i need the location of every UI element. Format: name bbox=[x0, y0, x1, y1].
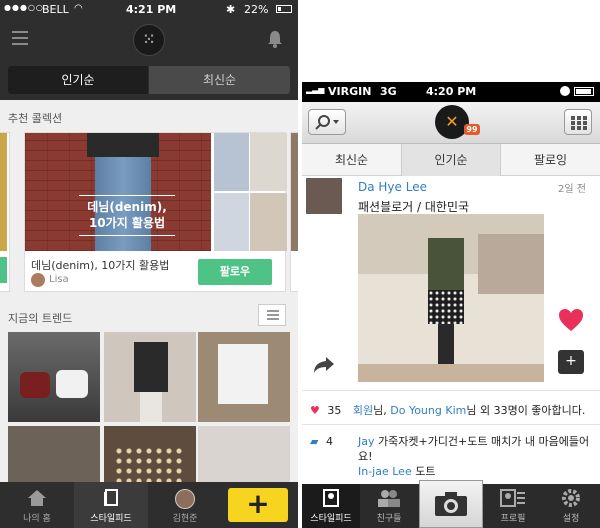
tab-style-feed[interactable]: 스타일피드 bbox=[302, 484, 360, 528]
battery-icon bbox=[574, 87, 594, 96]
likes-row: ♥ 35 회원님, Do Young Kim님 외 33명이 좋아합니다. bbox=[310, 402, 585, 418]
tab-settings[interactable]: 설정 bbox=[542, 484, 600, 528]
comment-text: 도트 bbox=[411, 465, 436, 478]
network-label: 3G bbox=[380, 85, 397, 98]
battery-icon bbox=[276, 5, 292, 13]
tab-my-home[interactable]: 나의 홈 bbox=[0, 482, 74, 528]
likes-mid-text: 님, bbox=[373, 404, 391, 417]
status-time: 4:21 PM bbox=[126, 3, 177, 16]
collection-card[interactable]: 데님(denim), 10가지 활용법 데님(denim), 10가지 활용법 … bbox=[24, 132, 287, 292]
next-card-peek[interactable] bbox=[290, 132, 298, 292]
comment-icon: ▰ bbox=[310, 435, 319, 448]
signal-icon: ●●●○○ bbox=[4, 3, 44, 12]
tab-style-feed[interactable]: 스타일피드 bbox=[74, 482, 148, 528]
collection-overlay-text: 데님(denim), 10가지 활용법 bbox=[87, 200, 167, 230]
wifi-icon: ◠ bbox=[74, 3, 83, 14]
sort-segmented-control: 인기순 최신순 bbox=[0, 60, 298, 100]
stylefeed-icon bbox=[323, 489, 339, 507]
left-phone-screen: ●●●○○ BELL ◠ 4:21 PM ✱ 22% ⁙ 인기순 최신순 추천 … bbox=[0, 0, 298, 528]
post-author[interactable]: Da Hye Lee bbox=[358, 180, 427, 194]
comment-user-link[interactable]: In-jae Lee bbox=[358, 465, 412, 478]
top-nav: ✕ 99 bbox=[302, 102, 600, 144]
avatar bbox=[31, 273, 45, 287]
prev-card-peek[interactable] bbox=[0, 132, 10, 292]
trend-photo[interactable] bbox=[104, 332, 196, 422]
avatar[interactable] bbox=[306, 178, 342, 214]
status-time: 4:20 PM bbox=[426, 85, 477, 98]
profile-card-icon bbox=[500, 489, 525, 507]
trend-photo[interactable] bbox=[8, 332, 100, 422]
likes-suffix-text: 님 외 33명이 좋아합니다. bbox=[466, 404, 586, 417]
likes-user-link[interactable]: 회원 bbox=[353, 404, 373, 417]
comment-user-link[interactable]: Jay bbox=[358, 435, 375, 448]
post-photo[interactable] bbox=[358, 214, 544, 382]
likes-count: 35 bbox=[327, 404, 342, 417]
signal-icon: ▂▃▅ bbox=[306, 85, 325, 94]
tab-latest[interactable]: 최신순 bbox=[149, 66, 290, 94]
tab-profile[interactable]: 김현준 bbox=[148, 482, 222, 528]
tab-popular[interactable]: 인기순 bbox=[401, 144, 501, 176]
collection-thumb bbox=[249, 133, 287, 191]
heart-icon[interactable] bbox=[558, 308, 584, 332]
add-post-button[interactable]: + bbox=[228, 488, 288, 522]
clock-icon bbox=[560, 86, 570, 96]
follow-button[interactable]: 팔로우 bbox=[198, 259, 272, 285]
logo-glyph: ⁙ bbox=[143, 32, 155, 48]
profile-avatar bbox=[175, 489, 195, 509]
trends-title: 지금의 트렌드 bbox=[8, 312, 73, 325]
collection-user[interactable]: Lisa bbox=[49, 274, 69, 285]
search-button[interactable] bbox=[308, 109, 346, 135]
camera-button[interactable] bbox=[419, 480, 483, 528]
trend-photo[interactable] bbox=[198, 332, 290, 422]
comment-text: 가죽자켓+가디건+도트 매치가 내 마음에들어요! bbox=[358, 435, 590, 463]
friends-icon bbox=[378, 490, 400, 507]
comment-text-block: Jay 가죽자켓+가디건+도트 매치가 내 마음에들어요! In-jae Lee … bbox=[358, 434, 594, 479]
heart-small-icon: ♥ bbox=[310, 404, 320, 417]
collection-title: 데님(denim), 10가지 활용법 bbox=[31, 259, 170, 272]
carrier-label: BELL bbox=[42, 3, 69, 16]
notification-badge[interactable]: 99 bbox=[464, 124, 480, 135]
hamburger-icon[interactable] bbox=[12, 31, 28, 47]
status-bar: ●●●○○ BELL ◠ 4:21 PM ✱ 22% bbox=[0, 0, 298, 20]
gear-icon bbox=[562, 489, 580, 507]
share-icon[interactable] bbox=[312, 354, 336, 374]
list-view-icon[interactable] bbox=[258, 304, 286, 326]
tab-latest[interactable]: 최신순 bbox=[302, 144, 401, 176]
tab-popular[interactable]: 인기순 bbox=[8, 66, 148, 94]
app-logo[interactable]: ⁙ bbox=[133, 24, 165, 56]
right-phone-screen: ▂▃▅ VIRGIN 3G 4:20 PM ✕ 99 최신순 인기순 팔로잉 D… bbox=[302, 82, 600, 528]
likes-user-link[interactable]: Do Young Kim bbox=[390, 404, 466, 417]
tab-friends[interactable]: 친구들 bbox=[360, 484, 418, 528]
tab-profile[interactable]: 프로필 bbox=[484, 484, 542, 528]
search-icon bbox=[315, 115, 339, 130]
battery-percent: 22% bbox=[244, 3, 269, 16]
camera-icon bbox=[435, 492, 467, 516]
home-icon bbox=[28, 490, 46, 506]
feed-icon bbox=[104, 489, 118, 506]
comments-count: 4 bbox=[325, 435, 333, 448]
collection-image: 데님(denim), 10가지 활용법 bbox=[25, 133, 211, 251]
divider bbox=[302, 390, 600, 391]
screenshot-stage: ●●●○○ BELL ◠ 4:21 PM ✱ 22% ⁙ 인기순 최신순 추천 … bbox=[0, 0, 600, 528]
carrier-label: VIRGIN bbox=[328, 85, 372, 98]
post-description: 패션블로거 / 대한민국 bbox=[358, 200, 470, 214]
collection-thumb bbox=[249, 193, 287, 251]
grid-icon[interactable] bbox=[564, 109, 592, 135]
bluetooth-icon: ✱ bbox=[226, 3, 236, 16]
recommended-title: 추천 콜렉션 bbox=[8, 112, 63, 125]
sort-tabs: 최신순 인기순 팔로잉 bbox=[302, 144, 600, 176]
bell-icon[interactable] bbox=[266, 29, 284, 49]
status-bar: ▂▃▅ VIRGIN 3G 4:20 PM bbox=[302, 82, 600, 102]
collection-thumb bbox=[213, 193, 251, 251]
divider bbox=[302, 424, 600, 425]
post-time: 2일 전 bbox=[558, 184, 586, 195]
tab-following[interactable]: 팔로잉 bbox=[501, 144, 600, 176]
top-nav: ⁙ bbox=[0, 20, 298, 60]
collection-thumb bbox=[213, 133, 251, 191]
add-comment-button[interactable]: + bbox=[558, 350, 584, 374]
comments-row: ▰ 4 Jay 가죽자켓+가디건+도트 매치가 내 마음에들어요! In-jae … bbox=[310, 434, 596, 478]
